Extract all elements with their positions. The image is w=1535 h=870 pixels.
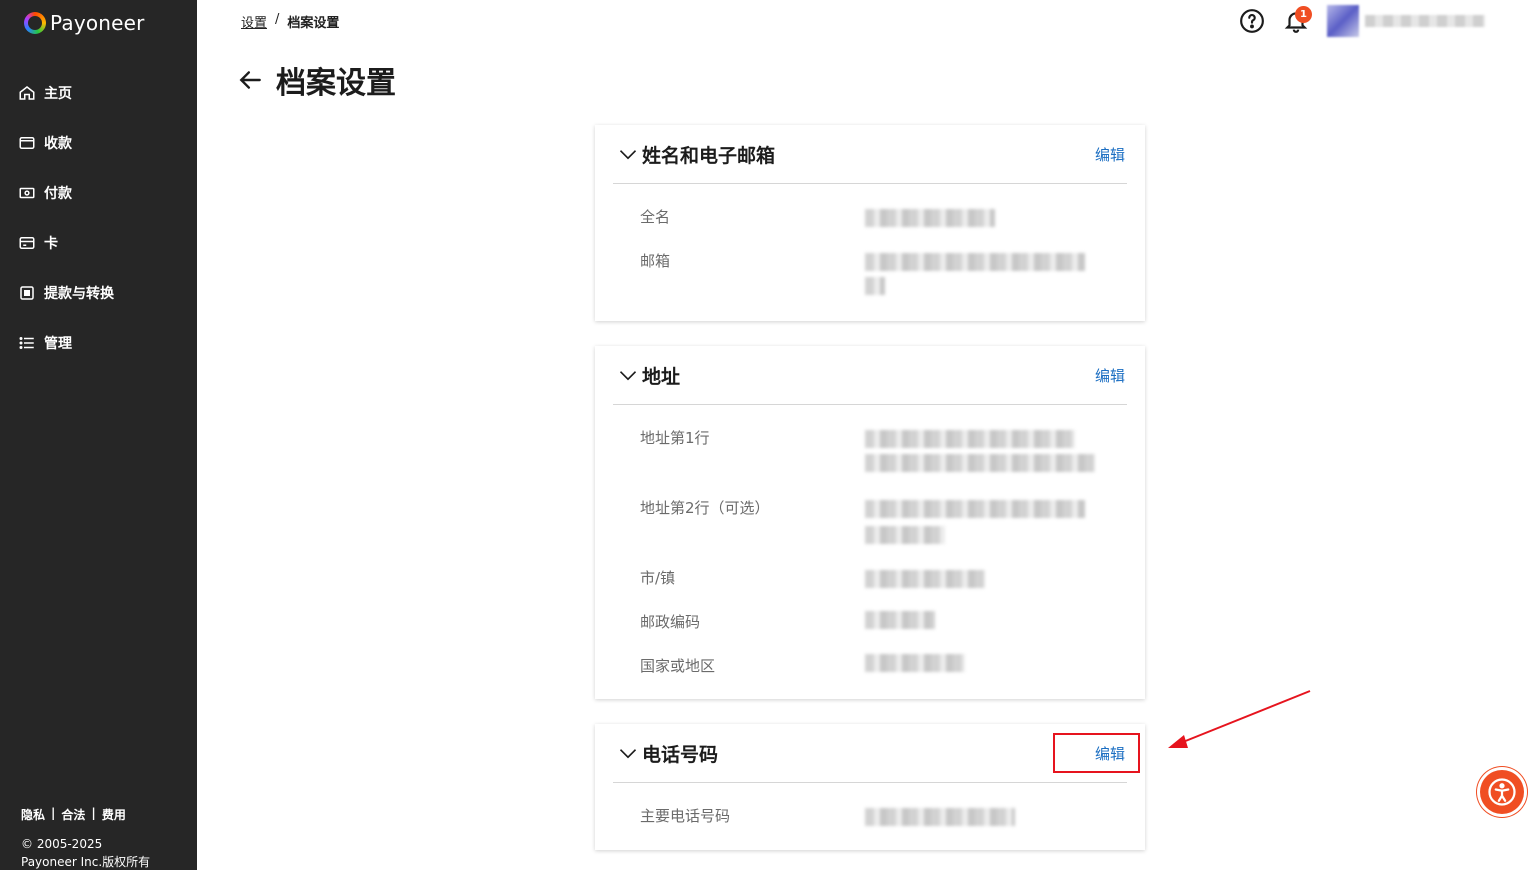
chevron-down-icon[interactable] bbox=[618, 365, 638, 385]
country-redacted bbox=[865, 654, 965, 672]
annotation-arrow-icon bbox=[1168, 690, 1311, 748]
footer-separator: | bbox=[91, 806, 96, 820]
avatar bbox=[1327, 5, 1359, 37]
fullname-value-redacted bbox=[865, 209, 995, 227]
chevron-down-icon[interactable] bbox=[618, 743, 638, 763]
top-right-toolbar: 1 bbox=[1239, 5, 1497, 37]
footer-links: 隐私 | 合法 | 费用 bbox=[21, 806, 126, 823]
privacy-link[interactable]: 隐私 bbox=[21, 806, 45, 823]
notification-badge: 1 bbox=[1295, 6, 1312, 23]
field-label-primary-phone: 主要电话号码 bbox=[640, 807, 731, 825]
notifications-button[interactable]: 1 bbox=[1283, 6, 1312, 34]
copyright-owner: Payoneer Inc.版权所有 bbox=[21, 855, 151, 869]
card-header: 电话号码 编辑 bbox=[613, 724, 1127, 783]
field-label-postal-code: 邮政编码 bbox=[640, 613, 701, 631]
edit-highlight-box bbox=[1053, 733, 1140, 773]
payoneer-logo[interactable]: Payoneer bbox=[24, 11, 145, 35]
card-title: 地址 bbox=[642, 365, 681, 388]
breadcrumb-current: 档案设置 bbox=[287, 16, 340, 31]
sidebar-item-label: 提款与转换 bbox=[44, 286, 114, 302]
field-label-country: 国家或地区 bbox=[640, 657, 716, 675]
page-header: 档案设置 bbox=[238, 58, 396, 102]
card-title: 姓名和电子邮箱 bbox=[642, 144, 776, 167]
wallet-icon bbox=[19, 137, 35, 149]
withdraw-icon bbox=[20, 286, 34, 300]
breadcrumb: 设置 / 档案设置 bbox=[241, 12, 339, 31]
page-title: 档案设置 bbox=[276, 66, 396, 101]
field-label-address-line2: 地址第2行（可选） bbox=[640, 499, 770, 517]
list-icon bbox=[19, 337, 34, 349]
chevron-down-icon[interactable] bbox=[618, 144, 638, 164]
address-line2-redacted-2 bbox=[865, 526, 945, 544]
breadcrumb-separator: / bbox=[275, 12, 280, 27]
accessibility-button[interactable] bbox=[1480, 770, 1524, 814]
sidebar-item-label: 付款 bbox=[44, 186, 72, 202]
payment-icon bbox=[19, 187, 35, 199]
edit-name-email-button[interactable]: 编辑 bbox=[1095, 144, 1125, 165]
postal-code-redacted bbox=[865, 611, 935, 629]
field-label-address-line1: 地址第1行 bbox=[640, 429, 710, 447]
email-value-redacted bbox=[865, 253, 1085, 271]
copyright: © 2005-2025 Payoneer Inc.版权所有 bbox=[21, 835, 150, 870]
copyright-years: © 2005-2025 bbox=[21, 837, 103, 851]
breadcrumb-settings-link[interactable]: 设置 bbox=[241, 12, 267, 31]
sidebar-item-receive[interactable]: 收款 bbox=[0, 118, 197, 168]
field-label-fullname: 全名 bbox=[640, 208, 671, 226]
sidebar-item-withdraw[interactable]: 提款与转换 bbox=[0, 268, 197, 318]
edit-address-button[interactable]: 编辑 bbox=[1095, 365, 1125, 386]
sidebar-item-card[interactable]: 卡 bbox=[0, 218, 197, 268]
address-line1-redacted bbox=[865, 430, 1075, 448]
legal-link[interactable]: 合法 bbox=[61, 806, 85, 823]
home-icon bbox=[19, 86, 35, 100]
name-email-card: 姓名和电子邮箱 编辑 全名 邮箱 bbox=[595, 125, 1145, 321]
footer-separator: | bbox=[51, 806, 56, 820]
user-menu[interactable] bbox=[1327, 5, 1497, 37]
payoneer-logo-icon bbox=[24, 12, 46, 34]
fees-link[interactable]: 费用 bbox=[102, 806, 126, 823]
sidebar-item-label: 管理 bbox=[44, 336, 72, 352]
address-line1-redacted-2 bbox=[865, 454, 1095, 472]
brand-name: Payoneer bbox=[50, 11, 145, 35]
back-arrow-icon[interactable] bbox=[238, 67, 264, 93]
primary-phone-redacted bbox=[865, 808, 1015, 826]
sidebar-item-manage[interactable]: 管理 bbox=[0, 318, 197, 368]
address-line2-redacted bbox=[865, 500, 1085, 518]
field-label-email: 邮箱 bbox=[640, 252, 671, 270]
card-title: 电话号码 bbox=[642, 743, 719, 766]
help-icon[interactable] bbox=[1239, 8, 1265, 34]
user-name-redacted bbox=[1365, 15, 1485, 27]
card-header: 姓名和电子邮箱 编辑 bbox=[613, 125, 1127, 184]
sidebar-item-home[interactable]: 主页 bbox=[0, 68, 197, 118]
sidebar: Payoneer 主页 收款 付款 卡 提款与转换 管理 隐私 | 合法 | 费… bbox=[0, 0, 197, 870]
sidebar-item-label: 收款 bbox=[44, 136, 72, 152]
field-label-city: 市/镇 bbox=[640, 569, 676, 587]
city-redacted bbox=[865, 570, 985, 588]
sidebar-item-label: 主页 bbox=[44, 86, 72, 102]
card-header: 地址 编辑 bbox=[613, 346, 1127, 405]
accessibility-icon bbox=[1488, 778, 1516, 806]
address-card: 地址 编辑 地址第1行 地址第2行（可选） 市/镇 邮政编码 国家或地区 bbox=[595, 346, 1145, 699]
main-nav: 主页 收款 付款 卡 提款与转换 管理 bbox=[0, 68, 197, 368]
card-icon bbox=[19, 237, 35, 249]
sidebar-item-pay[interactable]: 付款 bbox=[0, 168, 197, 218]
email-value-redacted-2 bbox=[865, 277, 885, 295]
sidebar-item-label: 卡 bbox=[44, 236, 58, 252]
